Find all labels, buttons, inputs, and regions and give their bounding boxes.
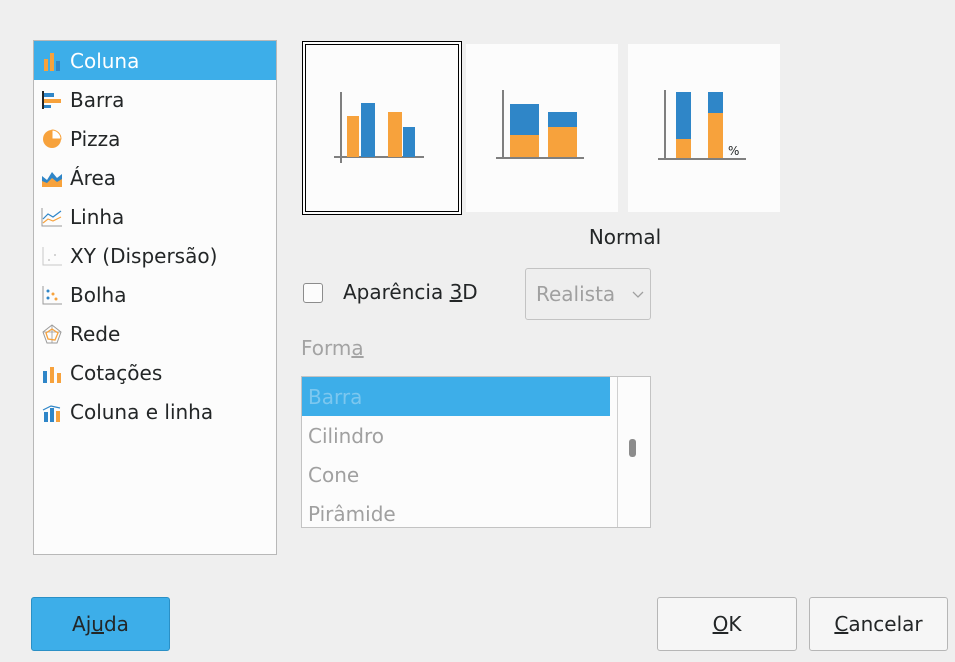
column-line-chart-icon	[40, 400, 64, 424]
chevron-down-icon	[632, 287, 644, 303]
chart-type-item-area[interactable]: Área	[34, 158, 276, 197]
scatter-chart-icon	[40, 244, 64, 268]
chart-type-list[interactable]: Coluna Barra Pizza Área Linha XY (Disper…	[33, 40, 277, 555]
appearance-3d-checkbox[interactable]	[303, 283, 323, 303]
forma-item-barra[interactable]: Barra	[302, 377, 610, 416]
forma-item-cone[interactable]: Cone	[302, 455, 610, 494]
chart-type-item-linha[interactable]: Linha	[34, 197, 276, 236]
forma-label: Forma	[301, 336, 364, 360]
line-chart-icon	[40, 205, 64, 229]
variant-normal-thumbnail[interactable]	[302, 41, 462, 215]
forma-item-cilindro[interactable]: Cilindro	[302, 416, 610, 455]
chart-type-item-coluna[interactable]: Coluna	[34, 41, 276, 80]
variant-stacked-thumbnail[interactable]	[466, 44, 618, 212]
chart-type-item-pizza[interactable]: Pizza	[34, 119, 276, 158]
forma-list[interactable]: Barra Cilindro Cone Pirâmide	[301, 376, 651, 528]
ok-button[interactable]: OK	[657, 597, 797, 651]
forma-scrollbar[interactable]	[617, 377, 650, 527]
chart-type-label: Rede	[70, 321, 121, 346]
variant-caption: Normal	[588, 225, 662, 249]
chart-type-item-coluna-linha[interactable]: Coluna e linha	[34, 392, 276, 431]
chart-type-item-barra[interactable]: Barra	[34, 80, 276, 119]
stacked-column-icon	[496, 90, 584, 159]
chart-type-label: Cotações	[70, 360, 163, 385]
chart-type-label: Bolha	[70, 282, 127, 307]
appearance-3d-select-value: Realista	[536, 282, 616, 306]
chart-type-item-cotacoes[interactable]: Cotações	[34, 353, 276, 392]
chart-type-item-rede[interactable]: Rede	[34, 314, 276, 353]
chart-type-item-bolha[interactable]: Bolha	[34, 275, 276, 314]
net-chart-icon	[40, 322, 64, 346]
area-chart-icon	[40, 166, 64, 190]
chart-type-label: Linha	[70, 204, 125, 229]
percent-column-icon: %	[658, 90, 746, 160]
variant-percent-thumbnail[interactable]: %	[628, 44, 780, 212]
appearance-3d-select[interactable]: Realista	[525, 268, 651, 320]
cancel-button[interactable]: Cancelar	[809, 597, 948, 651]
normal-column-icon	[334, 92, 424, 163]
bubble-chart-icon	[40, 283, 64, 307]
help-button[interactable]: Aj u da	[31, 597, 170, 651]
chart-type-label: Barra	[70, 87, 125, 112]
chart-type-label: Coluna e linha	[70, 399, 214, 424]
chart-type-label: Coluna	[70, 48, 140, 73]
pie-chart-icon	[40, 127, 64, 151]
appearance-3d-label: Aparência 3D	[343, 280, 478, 304]
chart-type-label: Área	[70, 165, 117, 190]
bar-chart-icon	[40, 88, 64, 112]
chart-type-label: Pizza	[70, 126, 121, 151]
forma-scrollbar-thumb[interactable]	[629, 439, 636, 457]
chart-type-label: XY (Dispersão)	[70, 243, 218, 268]
percent-mark: %	[728, 144, 739, 158]
forma-item-piramide[interactable]: Pirâmide	[302, 494, 610, 527]
chart-type-item-xy[interactable]: XY (Dispersão)	[34, 236, 276, 275]
stock-chart-icon	[40, 361, 64, 385]
column-chart-icon	[40, 49, 64, 73]
